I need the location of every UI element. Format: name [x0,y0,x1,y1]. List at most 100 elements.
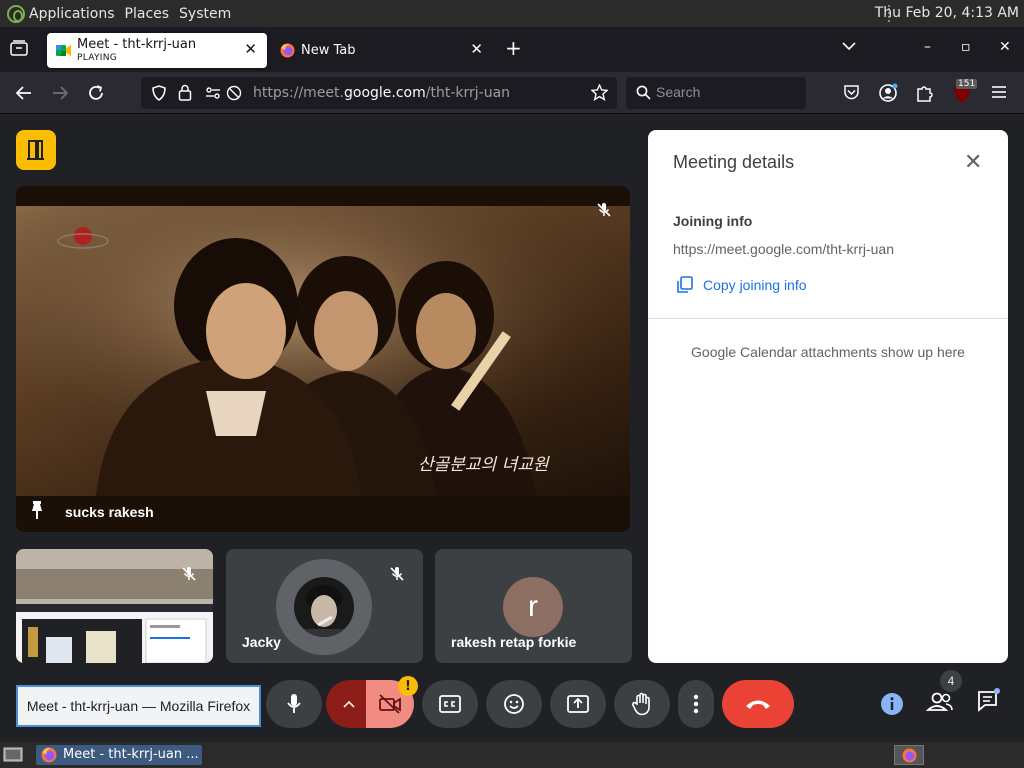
search-bar[interactable] [626,77,806,109]
meet-stage: 산골분교의 녀교원 sucks rakesh Jacky r rakesh re… [0,114,1024,742]
mic-muted-icon [596,202,612,218]
meeting-details-panel: Meeting details ✕ Joining info https://m… [648,130,1008,663]
camera-off-icon [379,694,401,714]
joining-info-heading: Joining info [673,213,753,229]
calendar-attachments-note: Google Calendar attachments show up here [691,344,965,360]
mic-muted-icon [389,566,405,582]
menu-places[interactable]: Places [125,6,170,22]
tab-new-tab[interactable]: New Tab ✕ [271,33,493,68]
forward-arrow-icon[interactable] [50,83,70,103]
more-vert-icon [693,694,699,714]
panel-title: Meeting details [673,152,795,172]
url-text[interactable]: https://meet.google.com/tht-krrj-uan [253,85,510,101]
browser-nav-bar: https://meet.google.com/tht-krrj-uan 151 [0,72,1024,114]
mic-muted-icon [181,566,197,582]
menu-applications[interactable]: Applications [29,6,115,22]
mic-icon [287,694,301,713]
bookmark-star-icon[interactable] [591,84,608,101]
google-meet-icon [56,43,71,58]
firefox-icon [280,43,295,58]
list-all-tabs-icon[interactable] [842,41,856,51]
avatar-photo [294,577,354,637]
camera-blocked-icon[interactable] [226,85,242,101]
extension-badge: 151 [956,79,978,89]
menu-system[interactable]: System [179,6,231,22]
extensions-puzzle-icon[interactable] [915,83,935,103]
avatar-letter: r [503,577,563,637]
back-arrow-icon[interactable] [14,83,34,103]
hand-icon [632,692,650,716]
close-tab-icon[interactable]: ✕ [244,42,257,57]
copy-label: Copy joining info [703,277,807,293]
participant-name: rakesh retap forkie [451,634,577,650]
new-tab-button[interactable]: + [505,38,522,58]
participant-name: sucks rakesh [65,504,154,520]
info-icon [881,693,903,715]
more-options-button[interactable] [678,680,714,728]
raise-hand-button[interactable] [614,680,670,728]
workspace-switcher[interactable] [894,745,924,765]
copy-joining-info-button[interactable]: Copy joining info [676,274,807,296]
meeting-info-button[interactable] [880,692,904,716]
firefox-icon [902,748,917,763]
system-logo-icon[interactable] [7,4,25,23]
participant-tile-rakesh[interactable]: r rakesh retap forkie [435,549,632,663]
taskbar-item-label: Meet - tht-krrj-uan ... [63,747,199,762]
captions-button[interactable] [422,680,478,728]
end-call-icon [746,700,770,709]
tab-list-icon[interactable] [10,40,28,56]
reload-icon[interactable] [86,83,106,103]
window-tooltip: Meet - tht-krrj-uan — Mozilla Firefox [16,685,261,727]
tab-playing-label: PLAYING [77,53,118,63]
microphone-button[interactable] [266,680,322,728]
camera-warning-badge: ! [398,676,418,696]
system-top-panel: Applications Places System Thu Feb 20, 4… [0,0,1024,27]
meeting-link: https://meet.google.com/tht-krrj-uan [673,241,894,257]
system-clock[interactable]: Thu Feb 20, 4:13 AM [875,5,1019,21]
tab-title: New Tab [301,43,356,58]
avatar [276,559,372,655]
chevron-up-icon [343,700,355,708]
system-taskbar: Meet - tht-krrj-uan ... [0,742,1024,768]
leave-call-button[interactable] [722,680,794,728]
pin-icon[interactable] [30,500,44,520]
video-caption: 산골분교의 녀교원 [418,455,549,475]
participant-tile-jacky[interactable]: Jacky [226,549,423,663]
search-icon [636,85,651,100]
account-icon[interactable] [878,83,898,103]
chat-button[interactable] [976,688,1002,714]
close-window-button[interactable]: ✕ [999,39,1011,55]
people-count-badge: 4 [940,670,962,692]
url-bar[interactable]: https://meet.google.com/tht-krrj-uan [141,77,617,109]
pocket-icon[interactable] [843,84,860,101]
participant-name: Jacky [242,634,281,650]
people-icon [926,692,953,711]
close-panel-button[interactable]: ✕ [964,152,982,174]
present-icon [567,695,589,713]
taskbar-item-firefox[interactable]: Meet - tht-krrj-uan ... [36,745,202,765]
permissions-icon[interactable] [205,85,221,101]
chat-icon [978,688,1000,712]
companion-mode-badge[interactable] [16,130,56,170]
browser-tab-bar: Meet - tht-krrj-uan PLAYING ✕ New Tab ✕ … [0,27,1024,72]
present-screen-button[interactable] [550,680,606,728]
close-tab-icon[interactable]: ✕ [470,42,483,57]
participant-tile-screenshare[interactable] [16,549,213,663]
tracking-shield-icon[interactable] [151,85,167,101]
reactions-button[interactable] [486,680,542,728]
main-video-tile[interactable]: 산골분교의 녀교원 sucks rakesh [16,186,630,532]
tab-title: Meet - tht-krrj-uan [77,37,197,52]
closed-captions-icon [439,695,461,713]
ublock-extension-icon[interactable]: 151 [952,79,978,104]
lock-icon[interactable] [178,84,192,101]
minimize-button[interactable]: – [924,39,931,55]
search-input[interactable] [656,84,796,100]
firefox-icon [41,747,57,763]
copy-icon [677,276,693,293]
tab-meet[interactable]: Meet - tht-krrj-uan PLAYING ✕ [47,33,267,68]
show-desktop-icon[interactable] [3,746,23,763]
maximize-button[interactable]: ▫ [961,39,971,55]
people-button[interactable] [926,690,954,714]
emoji-icon [504,694,524,714]
hamburger-menu-icon[interactable] [991,85,1007,99]
